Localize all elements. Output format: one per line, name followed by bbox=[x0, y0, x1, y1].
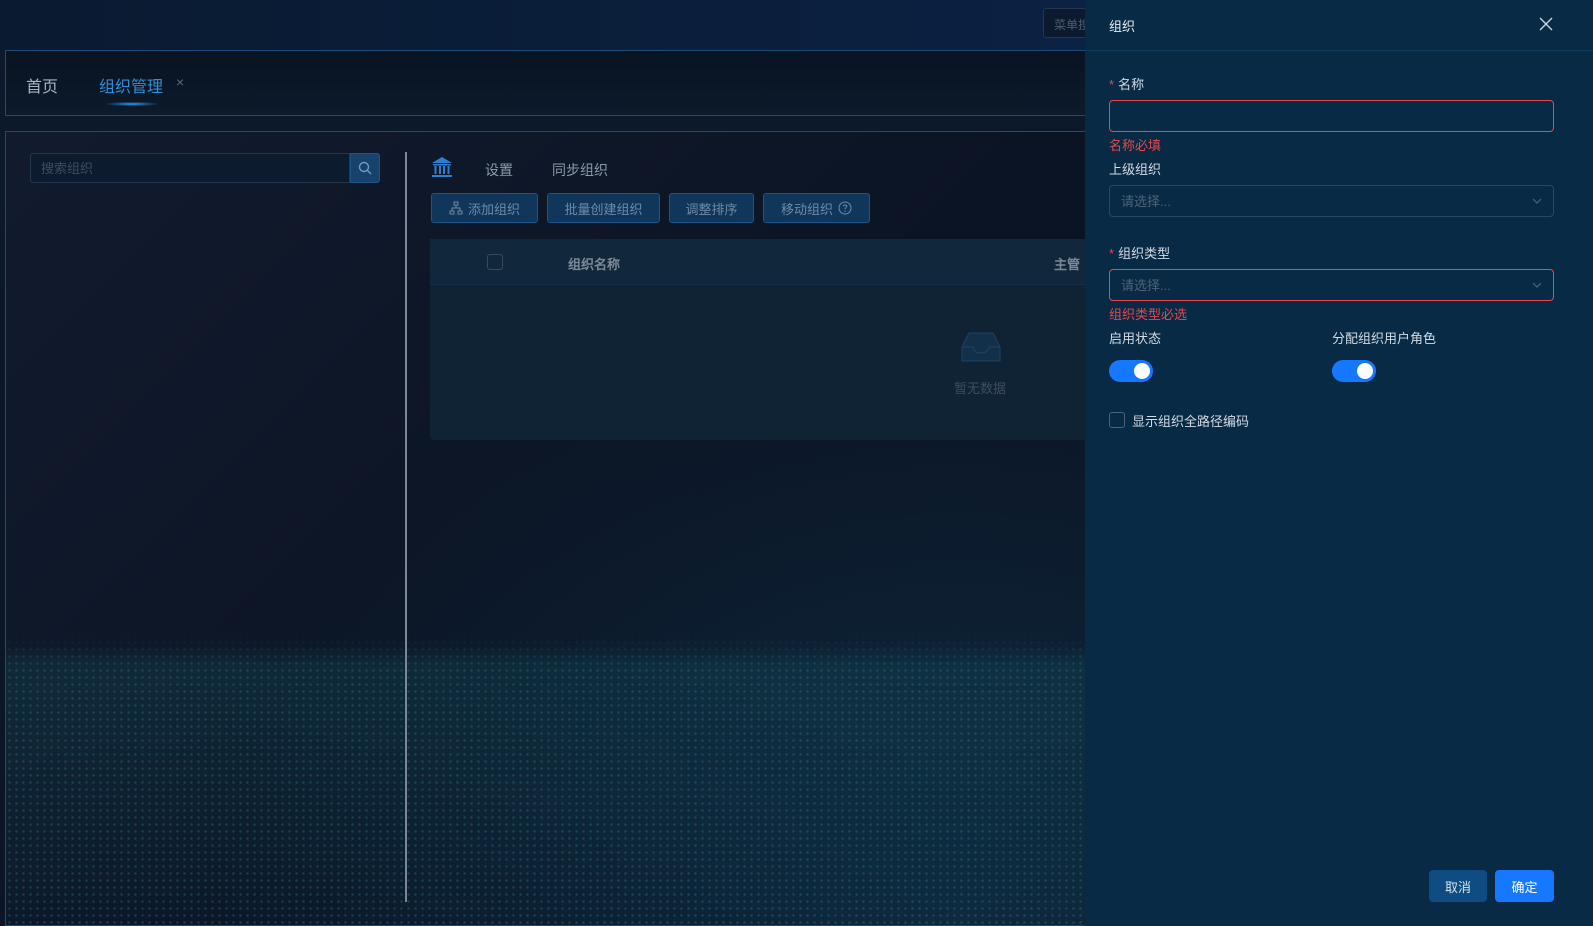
move-org-button[interactable]: 移动组织 bbox=[763, 193, 870, 223]
wave-background bbox=[6, 632, 1086, 926]
org-type-label: * 组织类型 bbox=[1109, 243, 1170, 262]
tab-home[interactable]: 首页 bbox=[26, 73, 58, 97]
confirm-button[interactable]: 确定 bbox=[1495, 870, 1554, 902]
bank-icon[interactable] bbox=[430, 155, 454, 179]
parent-org-select[interactable] bbox=[1109, 185, 1554, 217]
assign-role-switch[interactable] bbox=[1332, 360, 1376, 382]
fullpath-code-label: 显示组织全路径编码 bbox=[1132, 414, 1250, 429]
active-tab-indicator bbox=[106, 102, 158, 106]
org-tree-icon bbox=[449, 201, 463, 215]
help-circle-icon[interactable] bbox=[838, 201, 852, 215]
chevron-down-icon bbox=[1532, 282, 1542, 288]
name-error: 名称必填 bbox=[1109, 138, 1162, 153]
assign-role-label: 分配组织用户角色 bbox=[1332, 331, 1437, 346]
name-label: * 名称 bbox=[1109, 74, 1144, 93]
org-type-error: 组织类型必选 bbox=[1109, 307, 1188, 322]
select-all-checkbox[interactable] bbox=[487, 254, 503, 270]
org-type-label-text: 组织类型 bbox=[1118, 246, 1171, 261]
fullpath-code-checkbox[interactable] bbox=[1109, 412, 1125, 428]
name-label-text: 名称 bbox=[1118, 77, 1145, 92]
required-mark: * bbox=[1109, 77, 1115, 92]
column-org-name: 组织名称 bbox=[568, 257, 621, 272]
column-manager: 主管 bbox=[1054, 257, 1081, 272]
drawer-header: 组织 bbox=[1085, 0, 1593, 51]
panel-divider[interactable] bbox=[405, 152, 407, 902]
settings-link[interactable]: 设置 bbox=[485, 160, 513, 180]
switch-knob bbox=[1134, 363, 1150, 379]
adjust-sort-button[interactable]: 调整排序 bbox=[669, 193, 754, 223]
parent-org-label: 上级组织 bbox=[1109, 162, 1162, 177]
empty-box-icon bbox=[961, 332, 1001, 362]
add-org-button[interactable]: 添加组织 bbox=[431, 193, 538, 223]
cancel-label: 取消 bbox=[1444, 879, 1471, 895]
batch-create-org-button[interactable]: 批量创建组织 bbox=[547, 193, 660, 223]
search-icon bbox=[358, 161, 372, 175]
org-drawer: 组织 *名称 名称必填 上级组织 *组织类型 组织类型必选 启用状态 分配组织用… bbox=[1085, 0, 1593, 926]
close-icon bbox=[1539, 17, 1553, 31]
required-mark: * bbox=[1109, 246, 1115, 261]
enable-status-label: 启用状态 bbox=[1109, 331, 1162, 346]
enable-status-switch[interactable] bbox=[1109, 360, 1153, 382]
chevron-down-icon bbox=[1532, 198, 1542, 204]
confirm-label: 确定 bbox=[1511, 879, 1538, 895]
org-search-button[interactable] bbox=[350, 153, 380, 183]
drawer-title: 组织 bbox=[1109, 19, 1136, 34]
cancel-button[interactable]: 取消 bbox=[1429, 870, 1487, 902]
move-org-label: 移动组织 bbox=[780, 201, 833, 217]
add-org-label: 添加组织 bbox=[467, 201, 520, 217]
tab-close-icon[interactable]: × bbox=[176, 74, 184, 90]
org-table: 组织名称 主管 暂无数据 bbox=[430, 239, 1090, 440]
sync-org-link[interactable]: 同步组织 bbox=[552, 160, 608, 180]
name-input[interactable] bbox=[1109, 100, 1554, 132]
switch-knob bbox=[1357, 363, 1373, 379]
adjust-sort-label: 调整排序 bbox=[685, 201, 738, 217]
batch-create-label: 批量创建组织 bbox=[564, 201, 643, 217]
org-type-select[interactable] bbox=[1109, 269, 1554, 301]
tab-org-management[interactable]: 组织管理 bbox=[99, 73, 163, 97]
empty-text: 暂无数据 bbox=[954, 381, 1007, 396]
close-button[interactable] bbox=[1535, 13, 1557, 35]
org-search-input[interactable] bbox=[30, 153, 350, 183]
table-header: 组织名称 主管 bbox=[430, 239, 1090, 285]
